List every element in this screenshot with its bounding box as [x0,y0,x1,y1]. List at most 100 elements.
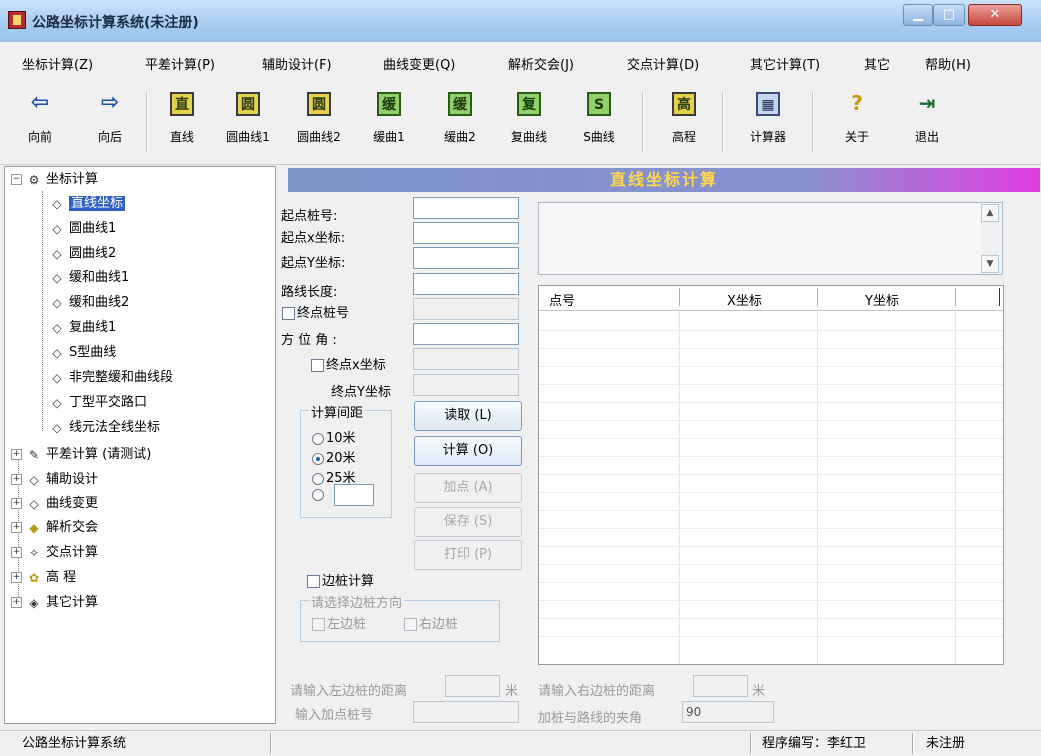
toolbar-circular1-button[interactable]: 圆 圆曲线1 [218,86,278,145]
toolbar-elevation-button[interactable]: 高 高程 [660,86,708,145]
print-button[interactable]: 打印 (P) [414,540,522,570]
title-bar[interactable]: 公路坐标计算系统(未注册) ▁ □ ✕ [0,0,1041,43]
column-header-point[interactable]: 点号 [549,290,575,309]
tree-node-analytic[interactable]: + ◆ 解析交会 [11,517,98,539]
tree-item-incomplete-transition[interactable]: ◇ 非完整缓和曲线段 [49,367,173,389]
radio-icon[interactable] [312,472,324,485]
end-x-input[interactable] [413,348,519,370]
tree-node-curve-change[interactable]: + ◇ 曲线变更 [11,493,98,515]
column-header-y[interactable]: Y坐标 [865,290,899,309]
tree-item-element-method[interactable]: ◇ 线元法全线坐标 [49,417,160,439]
checkbox-icon[interactable] [404,618,417,631]
toolbar-s-curve-button[interactable]: S S曲线 [573,86,625,145]
menu-other[interactable]: 其它 [864,54,890,73]
interval-10-radio[interactable]: 10米 [312,427,356,446]
toolbar-compound-button[interactable]: 复 复曲线 [503,86,555,145]
menu-coordinate-calc[interactable]: 坐标计算(Z) [22,54,93,73]
toolbar-exit-button[interactable]: ⇥ 退出 [903,86,951,145]
save-button[interactable]: 保存 (S) [414,507,522,537]
end-x-checkbox[interactable]: 终点x坐标 [311,354,386,373]
menu-help[interactable]: 帮助(H) [925,54,971,73]
toolbar-straight-button[interactable]: 直 直线 [160,86,204,145]
angle-input[interactable] [682,701,774,723]
tree-item-t-intersection[interactable]: ◇ 丁型平交路口 [49,392,147,414]
menu-intersection-point-calc[interactable]: 交点计算(D) [627,54,699,73]
memo-scrollbar[interactable]: ▲ ▼ [981,204,1001,273]
elevation-icon: 高 [672,92,696,116]
expand-icon[interactable]: + [11,474,22,485]
length-input[interactable] [413,273,519,295]
app-icon[interactable] [8,11,26,29]
scroll-down-icon[interactable]: ▼ [981,255,999,273]
radio-icon[interactable] [312,432,324,445]
tree-node-adjustment[interactable]: + ✎ 平差计算 (请测试) [11,444,151,466]
maximize-button[interactable]: □ [933,4,965,26]
start-x-input[interactable] [413,222,519,244]
tree-item-circular1[interactable]: ◇ 圆曲线1 [49,218,116,240]
tree-node-coordinate-calc[interactable]: − ⚙ 坐标计算 [11,169,98,191]
toolbar-calculator-button[interactable]: ▦ 计算器 [740,86,796,145]
tree-item-transition1[interactable]: ◇ 缓和曲线1 [49,267,129,289]
tree-node-aux-design[interactable]: + ◇ 辅助设计 [11,469,98,491]
start-y-input[interactable] [413,247,519,269]
add-station-input[interactable] [413,701,519,723]
menu-curve-change[interactable]: 曲线变更(Q) [383,54,455,73]
right-edge-checkbox[interactable]: 右边桩 [404,613,458,632]
menu-aux-design[interactable]: 辅助设计(F) [262,54,332,73]
azimuth-input[interactable] [413,323,519,345]
interval-custom-radio[interactable] [312,487,326,502]
expand-icon[interactable]: + [11,449,22,460]
toolbar-transition2-button[interactable]: 缓 缓曲2 [436,86,484,145]
toolbar-separator [812,92,814,152]
tree-item-straight-coord[interactable]: ◇ 直线坐标 [49,193,126,215]
left-edge-checkbox[interactable]: 左边桩 [312,613,366,632]
column-header-x[interactable]: X坐标 [727,290,762,309]
toolbar-about-button[interactable]: ? 关于 [833,86,881,145]
collapse-icon[interactable]: − [11,174,22,185]
tree-item-s-curve[interactable]: ◇ S型曲线 [49,342,116,364]
edge-calc-checkbox[interactable]: 边桩计算 [307,570,374,589]
tree-node-elevation[interactable]: + ✿ 高 程 [11,567,76,589]
checkbox-icon[interactable] [282,307,295,320]
expand-icon[interactable]: + [11,572,22,583]
tree-item-circular2[interactable]: ◇ 圆曲线2 [49,243,116,265]
right-edge-distance-input[interactable] [693,675,748,697]
end-station-input[interactable] [413,298,519,320]
menu-other-calc[interactable]: 其它计算(T) [750,54,820,73]
compound-curve-icon: 复 [517,92,541,116]
expand-icon[interactable]: + [11,522,22,533]
close-button[interactable]: ✕ [968,4,1022,26]
radio-selected-icon[interactable] [312,452,324,465]
end-y-input[interactable] [413,374,519,396]
toolbar-circular2-button[interactable]: 圆 圆曲线2 [289,86,349,145]
toolbar-back-button[interactable]: ⇦ 向前 [18,86,62,145]
expand-icon[interactable]: + [11,498,22,509]
radio-icon[interactable] [312,488,324,501]
results-grid[interactable]: 点号 X坐标 Y坐标 [538,285,1004,665]
end-station-checkbox[interactable]: 终点桩号 [282,302,349,321]
tree-node-other-calc[interactable]: + ◈ 其它计算 [11,592,98,614]
expand-icon[interactable]: + [11,597,22,608]
navigation-tree[interactable]: − ⚙ 坐标计算 ◇ 直线坐标 ◇ 圆曲线1 ◇ 圆曲线2 ◇ 缓和曲线1 ◇ 缓和曲线2 ◇… [4,166,276,724]
checkbox-icon[interactable] [307,575,320,588]
read-button[interactable]: 读取 (L) [414,401,522,431]
start-station-input[interactable] [413,197,519,219]
add-point-button[interactable]: 加点 (A) [414,473,522,503]
left-edge-distance-input[interactable] [445,675,500,697]
calculate-button[interactable]: 计算 (O) [414,436,522,466]
tree-item-transition2[interactable]: ◇ 缓和曲线2 [49,292,129,314]
interval-custom-input[interactable] [334,484,374,506]
interval-20-radio[interactable]: 20米 [312,447,356,466]
output-memo[interactable]: ▲ ▼ [538,202,1003,275]
tree-item-compound1[interactable]: ◇ 复曲线1 [49,317,116,339]
expand-icon[interactable]: + [11,547,22,558]
menu-adjustment-calc[interactable]: 平差计算(P) [145,54,215,73]
toolbar-transition1-button[interactable]: 缓 缓曲1 [365,86,413,145]
scroll-up-icon[interactable]: ▲ [981,204,999,222]
tree-node-intersection[interactable]: + ✧ 交点计算 [11,542,98,564]
checkbox-icon[interactable] [312,618,325,631]
menu-analytic-intersection[interactable]: 解析交会(J) [508,54,574,73]
checkbox-icon[interactable] [311,359,324,372]
minimize-button[interactable]: ▁ [903,4,933,26]
toolbar-forward-button[interactable]: ⇨ 向后 [88,86,132,145]
